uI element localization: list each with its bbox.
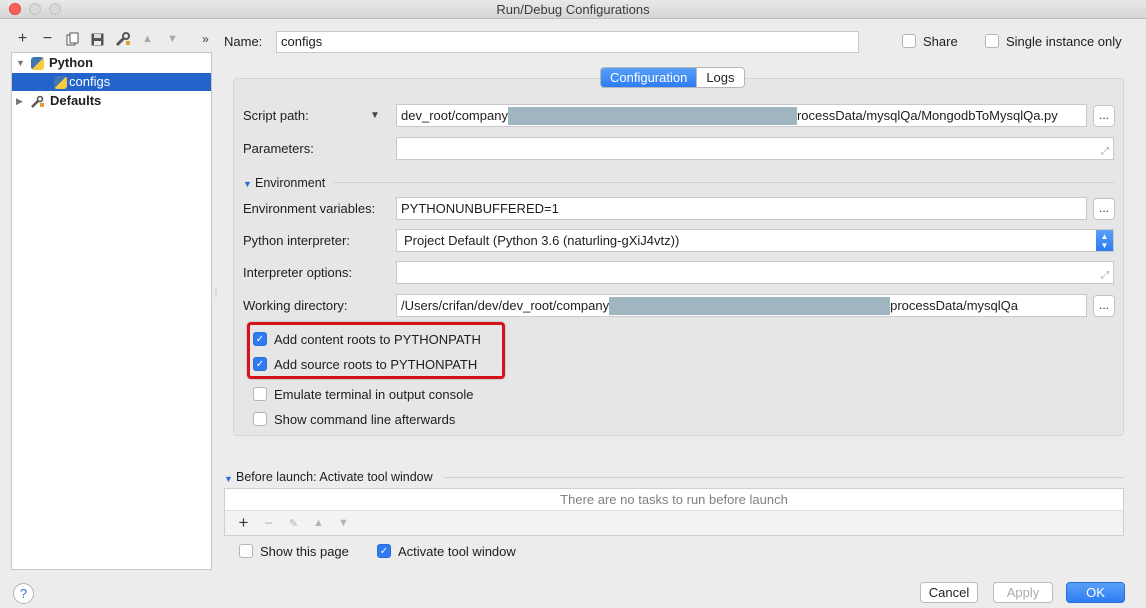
task-toolbar: + − ✎ ▲ ▼ [225, 511, 1123, 535]
config-toolbar: + − ▲ ▼ » [10, 28, 218, 50]
before-launch-title: Before launch: Activate tool window [236, 470, 433, 484]
script-path-label: Script path: [243, 108, 309, 123]
working-dir-label: Working directory: [243, 298, 348, 313]
activate-tool-window-checkbox[interactable]: ✓ [377, 544, 391, 558]
emulate-terminal-label: Emulate terminal in output console [274, 387, 474, 402]
add-icon[interactable]: + [10, 28, 35, 50]
name-value: configs [281, 34, 323, 49]
minimize-window-button[interactable] [29, 3, 41, 15]
show-this-page-label: Show this page [260, 544, 349, 559]
parameters-label: Parameters: [243, 141, 314, 156]
collapse-section-icon[interactable]: ▼ [243, 176, 252, 192]
edit-env-vars-button[interactable]: ... [1093, 198, 1115, 220]
single-instance-checkbox[interactable] [985, 34, 999, 48]
remove-task-icon[interactable]: − [256, 515, 281, 532]
empty-tasks-message: There are no tasks to run before launch [225, 489, 1123, 511]
section-divider [334, 182, 1114, 183]
browse-script-button[interactable]: ... [1093, 105, 1115, 127]
python-icon [31, 56, 44, 70]
show-command-line-label: Show command line afterwards [274, 412, 456, 427]
environment-section-title: Environment [255, 176, 326, 190]
parameters-input[interactable]: ⤢ [396, 137, 1114, 160]
browse-working-dir-button[interactable]: ... [1093, 295, 1115, 317]
before-launch-task-list[interactable]: There are no tasks to run before launch … [224, 488, 1124, 536]
add-task-icon[interactable]: + [231, 513, 256, 533]
tree-item-label: configs [69, 74, 111, 89]
single-instance-label: Single instance only [1006, 34, 1122, 49]
expand-field-icon[interactable]: ⤢ [1101, 266, 1109, 283]
python-icon [54, 75, 67, 89]
move-task-up-icon[interactable]: ▲ [306, 517, 331, 529]
move-up-icon[interactable]: ▲ [135, 28, 160, 50]
tab-configuration[interactable]: Configuration [601, 68, 697, 87]
move-down-icon[interactable]: ▼ [160, 28, 185, 50]
defaults-tools-icon [31, 95, 45, 108]
interpreter-options-label: Interpreter options: [243, 265, 353, 280]
share-label: Share [923, 34, 958, 49]
copy-icon[interactable] [60, 28, 85, 50]
env-vars-input[interactable]: PYTHONUNBUFFERED=1 [396, 197, 1087, 220]
close-window-button[interactable] [9, 3, 21, 15]
apply-button[interactable]: Apply [993, 582, 1053, 603]
collapse-arrow-icon[interactable]: ▶ [16, 92, 26, 110]
section-divider [444, 477, 1124, 478]
show-command-line-checkbox[interactable] [253, 412, 267, 426]
window-title: Run/Debug Configurations [496, 2, 650, 17]
show-this-page-checkbox[interactable] [239, 544, 253, 558]
expand-field-icon[interactable]: ⤢ [1101, 142, 1109, 159]
interpreter-label: Python interpreter: [243, 233, 350, 248]
add-content-roots-checkbox[interactable]: ✓ [253, 332, 267, 346]
working-dir-prefix: /Users/crifan/dev/dev_root/company [401, 297, 610, 313]
emulate-terminal-checkbox[interactable] [253, 387, 267, 401]
config-tabs: Configuration Logs [600, 67, 745, 88]
configuration-panel [233, 78, 1124, 436]
tree-item-configs[interactable]: configs [12, 73, 211, 91]
cancel-button[interactable]: Cancel [920, 582, 978, 603]
script-path-suffix: rocessData/mysqlQa/MongodbToMysqlQa.py [796, 107, 1058, 123]
add-source-roots-label: Add source roots to PYTHONPATH [274, 357, 478, 372]
redacted-block [609, 296, 891, 315]
save-icon[interactable] [85, 28, 110, 50]
script-path-input[interactable]: dev_root/company rocessData/mysqlQa/Mong… [396, 104, 1087, 127]
interpreter-value: Project Default (Python 3.6 (naturling-g… [404, 232, 680, 248]
wrench-icon[interactable] [110, 28, 135, 50]
help-button[interactable]: ? [13, 583, 34, 604]
ok-button[interactable]: OK [1066, 582, 1125, 603]
env-vars-value: PYTHONUNBUFFERED=1 [401, 200, 559, 216]
script-path-prefix: dev_root/company [401, 107, 508, 123]
configuration-tree[interactable]: ▼ Python configs ▶ Defaults [11, 52, 212, 570]
redacted-block [507, 106, 797, 125]
collapse-before-launch-icon[interactable]: ▼ [224, 471, 233, 487]
interpreter-select[interactable]: Project Default (Python 3.6 (naturling-g… [396, 229, 1114, 252]
add-source-roots-checkbox[interactable]: ✓ [253, 357, 267, 371]
tree-item-label: Python [49, 55, 94, 70]
splitter-handle[interactable]: ⋮ ⋮ [212, 288, 220, 304]
working-dir-suffix: processData/mysqlQa [890, 297, 1018, 313]
working-dir-input[interactable]: /Users/crifan/dev/dev_root/company proce… [396, 294, 1087, 317]
more-icon[interactable]: » [193, 28, 218, 50]
edit-task-icon[interactable]: ✎ [281, 517, 306, 530]
select-arrows-icon[interactable]: ▲ ▼ [1096, 230, 1113, 251]
title-bar: Run/Debug Configurations [0, 0, 1146, 19]
interpreter-options-input[interactable]: ⤢ [396, 261, 1114, 284]
maximize-window-button[interactable] [49, 3, 61, 15]
expand-arrow-icon[interactable]: ▼ [16, 54, 26, 72]
tree-item-python[interactable]: ▼ Python [12, 54, 211, 72]
remove-icon[interactable]: − [35, 28, 60, 50]
name-label: Name: [224, 34, 263, 49]
name-input[interactable]: configs [276, 31, 859, 53]
tab-logs[interactable]: Logs [696, 68, 743, 87]
env-vars-label: Environment variables: [243, 201, 376, 216]
move-task-down-icon[interactable]: ▼ [331, 517, 356, 529]
tree-item-label: Defaults [50, 93, 102, 108]
add-content-roots-label: Add content roots to PYTHONPATH [274, 332, 481, 347]
share-checkbox[interactable] [902, 34, 916, 48]
tree-item-defaults[interactable]: ▶ Defaults [12, 92, 211, 110]
script-mode-dropdown-icon[interactable]: ▼ [370, 108, 380, 124]
activate-tool-window-label: Activate tool window [398, 544, 516, 559]
